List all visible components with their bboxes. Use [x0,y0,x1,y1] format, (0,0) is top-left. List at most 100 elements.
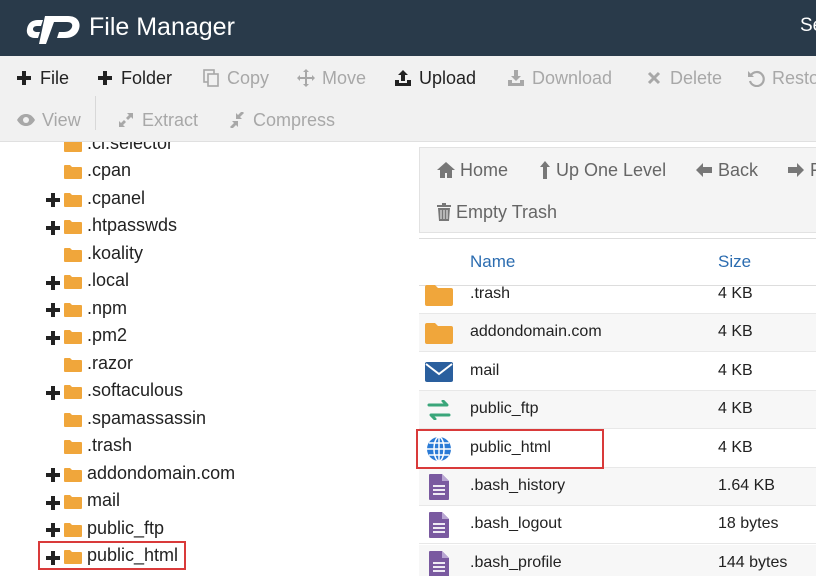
cpanel-logo [26,16,80,44]
file-name[interactable]: .trash [470,285,510,303]
tree-item[interactable]: .softaculous [46,378,183,404]
tree-item-label: mail [87,490,121,510]
folder-icon [64,356,82,372]
extract-button[interactable]: Extract [116,104,198,136]
file-name[interactable]: .bash_history [470,477,565,495]
folder-icon [64,466,82,482]
folder-icon [64,218,82,234]
tree-item[interactable]: .koality [64,240,143,266]
download-button[interactable]: Download [506,62,612,94]
tree-item[interactable]: .htpasswds [46,213,177,239]
tree-item[interactable]: addondomain.com [46,460,235,486]
expand-plus-icon[interactable] [46,494,60,510]
toolbar-divider [95,96,96,130]
file-name[interactable]: addondomain.com [470,323,602,341]
compress-icon [227,110,247,130]
directory-tree: .cl.selector .cpan .cpanel .htpasswds .koali… [0,142,415,576]
tree-item-label: .cl.selector [87,142,174,153]
move-label: Move [322,67,367,88]
tree-item-label: .cpanel [87,187,146,208]
tree-item[interactable]: .local [46,268,129,294]
compress-label: Compress [253,109,336,130]
expand-plus-icon[interactable] [46,219,60,235]
move-button[interactable]: Move [296,62,366,94]
expand-plus-icon[interactable] [46,191,60,207]
forward-label: F [810,159,816,180]
forward-button[interactable]: F [786,156,816,184]
table-row[interactable]: .bash_profile 144 bytes [419,544,816,576]
table-row[interactable]: .bash_history 1.64 KB [419,468,816,506]
upload-button[interactable]: Upload [393,62,476,94]
new-folder-button[interactable]: Folder [95,62,172,94]
tree-item[interactable]: .cl.selector [64,142,173,156]
file-size: 4 KB [718,361,753,379]
view-button[interactable]: View [16,104,81,136]
expand-plus-icon[interactable] [46,329,60,345]
table-row[interactable]: public_ftp 4 KB [419,391,816,430]
tree-item[interactable]: .cpan [64,158,131,184]
tree-item[interactable]: .razor [64,350,133,376]
tree-item-label: .koality [87,242,144,263]
transfer-icon [424,397,454,423]
copy-button[interactable]: Copy [201,62,269,94]
arrow-left-icon [694,160,714,180]
delete-button[interactable]: Delete [644,62,722,94]
folder-icon [64,246,82,262]
file-size: 144 bytes [718,553,788,571]
table-row[interactable]: addondomain.com 4 KB [419,314,816,353]
tree-item-label: .softaculous [87,380,184,400]
file-size: 18 bytes [718,515,779,533]
restore-button[interactable]: Resto [746,62,816,94]
size-column-header[interactable]: Size [718,252,751,272]
file-size: 4 KB [718,323,753,341]
tree-item[interactable]: .pm2 [46,323,127,349]
tree-item[interactable]: .trash [64,433,132,459]
tree-item-label: public_ftp [87,517,165,538]
expand-plus-icon[interactable] [46,274,60,290]
move-arrows-icon [296,68,316,88]
empty-trash-button[interactable]: Empty Trash [436,198,557,226]
upload-icon [393,68,413,88]
new-file-button[interactable]: File [14,62,69,94]
back-button[interactable]: Back [694,156,758,184]
header-search-label[interactable]: Se [800,14,816,38]
folder-icon [64,191,82,207]
compress-button[interactable]: Compress [227,104,335,136]
tree-item-label: .htpasswds [87,215,178,235]
expand-icon [116,110,136,130]
tree-item[interactable]: .spamassassin [64,405,206,431]
expand-plus-icon[interactable] [46,466,60,482]
file-name[interactable]: .bash_profile [470,554,562,572]
undo-icon [746,68,766,88]
file-size: 4 KB [718,400,753,418]
back-label: Back [718,159,759,180]
home-button[interactable]: Home [436,156,508,184]
tree-item[interactable]: public_ftp [46,515,164,541]
file-name[interactable]: public_ftp [470,400,539,418]
tree-item[interactable]: .npm [46,295,127,321]
file-name[interactable]: mail [470,362,499,380]
folder-icon [424,320,454,346]
mail-icon [424,359,454,385]
document-icon [424,550,454,576]
expand-plus-icon[interactable] [46,301,60,317]
folder-icon [64,383,82,399]
tree-item[interactable]: .cpanel [46,185,145,211]
folder-icon [64,142,82,152]
file-list-table: Name Size .trash 4 KB addondomain.com 4 KB m… [419,238,816,576]
expand-plus-icon[interactable] [46,384,60,400]
home-label: Home [460,159,509,180]
expand-plus-icon[interactable] [46,521,60,537]
table-row[interactable]: .bash_logout 18 bytes [419,506,816,545]
folder-icon [64,273,82,289]
up-one-level-button[interactable]: Up One Level [538,156,666,184]
folder-icon [64,438,82,454]
table-row[interactable]: .trash 4 KB [419,276,816,314]
download-icon [506,68,526,88]
tree-item[interactable]: mail [46,488,120,514]
table-row[interactable]: mail 4 KB [419,353,816,391]
file-name[interactable]: .bash_logout [470,515,562,533]
file-size: 4 KB [718,438,753,456]
folder-icon [64,411,82,427]
name-column-header[interactable]: Name [470,252,515,272]
